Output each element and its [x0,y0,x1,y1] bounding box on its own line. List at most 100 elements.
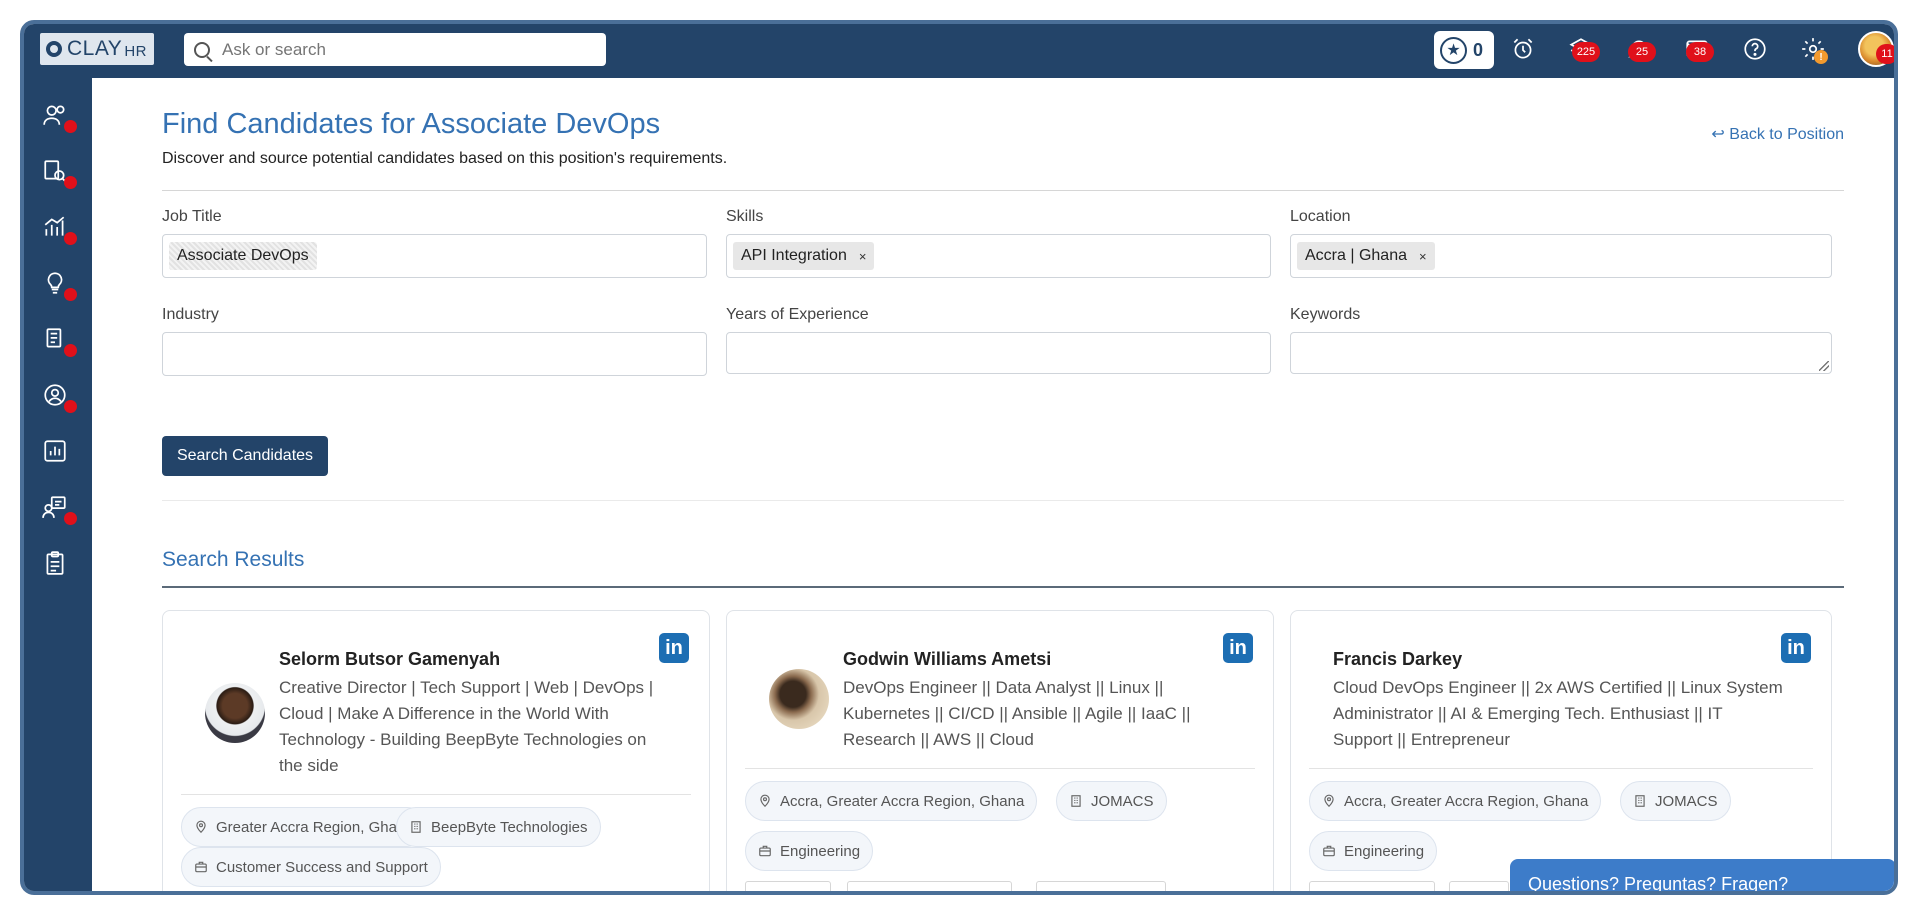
candidate-name[interactable]: Selorm Butsor Gamenyah [279,649,500,670]
logo-mark-icon [46,41,62,57]
candidate-headline: Creative Director | Tech Support | Web |… [279,678,654,775]
candidate-avatar [769,669,829,729]
location-pill: Accra, Greater Accra Region, Ghana [1309,781,1602,821]
location-pill: Greater Accra Region, Ghana [181,807,427,847]
skill-tag: Reliability [745,881,832,891]
card-divider [1309,768,1813,769]
candidate-headline: Cloud DevOps Engineer || 2x AWS Certifie… [1333,678,1783,749]
search-results-title: Search Results [162,548,305,571]
clayhr-logo[interactable]: CLAY HR [40,33,154,65]
skill-tag: Helm (Software) [1036,881,1167,891]
candidate-name[interactable]: Francis Darkey [1333,649,1462,670]
department-text: Engineering [1344,842,1425,860]
sidebar-item-people[interactable] [42,102,77,134]
department-text: Customer Success and Support [216,858,428,876]
location-chip: Accra | Ghana × [1297,242,1435,270]
resize-handle-icon[interactable] [1819,361,1829,371]
experience-field[interactable] [726,332,1271,374]
linkedin-icon[interactable]: in [1781,633,1811,663]
sidebar-dot [64,512,77,525]
card-divider [181,794,691,795]
department-pill: Engineering [745,831,874,871]
divider [162,500,1844,501]
experience-label: Years of Experience [726,306,869,323]
map-pin-icon [760,794,770,808]
card-divider [745,768,1255,769]
keywords-textarea[interactable] [1290,332,1832,374]
skill-tag: Network Optimization [847,881,1012,891]
linkedin-icon[interactable]: in [659,633,689,663]
keywords-label: Keywords [1290,306,1361,323]
settings-gear-icon[interactable]: ! [1800,36,1830,66]
star-count: 0 [1473,39,1484,60]
settings-warning: ! [1814,50,1828,64]
skill-tag: Script [1449,881,1510,891]
candidate-card[interactable]: in Godwin Williams Ametsi DevOps Enginee… [726,610,1274,891]
star-points-button[interactable]: ★ 0 [1434,31,1494,69]
candidate-avatar [205,683,265,743]
sidebar-item-checklist[interactable] [42,550,74,582]
search-input[interactable] [222,39,582,60]
search-icon [194,41,210,58]
skills-label: Skills [726,208,764,225]
divider [162,190,1844,191]
sidebar-item-ideas[interactable] [42,270,77,302]
location-chip-label: Accra | Ghana [1305,247,1407,264]
industry-field[interactable] [162,332,707,376]
sidebar-item-training[interactable] [42,494,77,526]
location-field[interactable]: Accra | Ghana × [1290,234,1832,278]
candidate-headline: DevOps Engineer || Data Analyst || Linux… [843,678,1191,749]
briefcase-icon [1323,845,1335,857]
company-pill: BeepByte Technologies [396,807,601,847]
department-text: Engineering [780,842,861,860]
bar-chart-icon [44,440,66,462]
skills-field[interactable]: API Integration × [726,234,1271,278]
skill-chip-label: API Integration [741,247,847,264]
department-pill: Engineering [1309,831,1438,871]
sidebar-dot [64,288,77,301]
job-title-chip: Associate DevOps [169,242,317,270]
map-pin-icon [1324,794,1334,808]
sidebar-item-documents[interactable] [42,326,77,358]
help-icon[interactable] [1742,36,1772,66]
logo-suffix: HR [124,43,147,60]
page-title: Find Candidates for Associate DevOps [162,108,661,140]
company-text: JOMACS [1655,792,1718,810]
alarm-clock-icon[interactable] [1510,36,1540,66]
bell-badge: 25 [1628,42,1656,62]
skill-chip: API Integration × [733,242,875,270]
candidate-card[interactable]: in Selorm Butsor Gamenyah Creative Direc… [162,610,710,891]
company-pill: JOMACS [1620,781,1731,821]
sidebar-item-reports[interactable] [42,438,74,470]
location-label: Location [1290,208,1351,225]
sidebar-dot [64,120,77,133]
help-chat-widget[interactable]: Questions? Preguntas? Fragen? [1510,859,1894,891]
sidebar [24,78,92,891]
star-icon: ★ [1440,36,1467,64]
location-text: Accra, Greater Accra Region, Ghana [780,792,1025,810]
job-title-field[interactable]: Associate DevOps [162,234,707,278]
global-search[interactable] [184,33,606,66]
building-icon [1635,795,1645,807]
candidate-name[interactable]: Godwin Williams Ametsi [843,649,1051,670]
industry-label: Industry [162,306,219,323]
logo-text: CLAY [67,37,123,60]
remove-location-button[interactable]: × [1419,249,1427,264]
sidebar-dot [64,176,77,189]
search-candidates-button[interactable]: Search Candidates [162,436,328,476]
main-content: Find Candidates for Associate DevOps Dis… [92,78,1894,891]
sidebar-item-job-search[interactable] [42,158,77,190]
back-to-position-link[interactable]: ↩ Back to Position [1711,124,1844,144]
mail-badge: 38 [1686,42,1714,62]
remove-skill-button[interactable]: × [859,249,867,264]
sidebar-item-profile[interactable] [42,382,77,414]
candidate-card[interactable]: in Francis Darkey Cloud DevOps Engineer … [1290,610,1832,891]
top-bar: CLAY HR ★ 0 225 25 [24,24,1894,78]
linkedin-icon[interactable]: in [1223,633,1253,663]
department-pill: Customer Success and Support [181,847,441,887]
sidebar-dot [64,344,77,357]
location-text: Accra, Greater Accra Region, Ghana [1344,792,1589,810]
sidebar-item-analytics[interactable] [42,214,77,246]
sidebar-dot [64,232,77,245]
skill-tag: Microsoft Office [1309,881,1435,891]
